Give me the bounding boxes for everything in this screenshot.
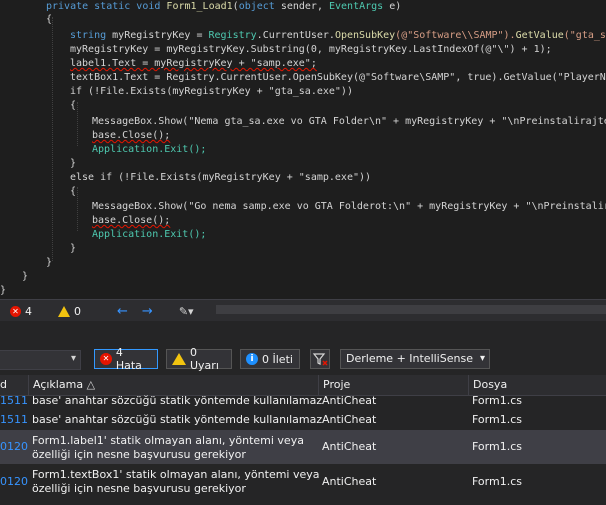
- error-file: Form1.cs: [472, 394, 522, 407]
- scope-dropdown[interactable]: ▾: [0, 350, 81, 370]
- code-line: string myRegistryKey = Registry.CurrentU…: [70, 30, 606, 41]
- brush-icon[interactable]: ✎▾: [179, 305, 194, 318]
- column-header-project[interactable]: Proje: [318, 375, 469, 395]
- navigate-forward-icon[interactable]: →: [142, 304, 153, 319]
- code-brace: }: [22, 271, 29, 282]
- code-brace: {: [70, 186, 77, 197]
- panel-gap: [0, 321, 606, 339]
- code-brace: {: [70, 100, 77, 111]
- column-header-code[interactable]: d: [0, 375, 30, 395]
- code-line: else if (!File.Exists(myRegistryKey + "s…: [70, 172, 372, 183]
- filter-icon: [312, 353, 328, 366]
- error-code-link[interactable]: 0120: [0, 475, 28, 488]
- code-editor[interactable]: private static void Form1_Load1(object s…: [0, 0, 606, 299]
- indent-guide: [77, 102, 78, 146]
- indent-guide: [52, 17, 53, 261]
- code-brace: }: [70, 158, 77, 169]
- error-file: Form1.cs: [472, 413, 522, 426]
- error-project: AntiCheat: [322, 475, 377, 488]
- navigate-back-icon[interactable]: ←: [117, 304, 128, 319]
- error-description-continued: özelliği için nesne başvurusu gerekiyor: [32, 448, 246, 461]
- column-header-description[interactable]: Açıklama △: [28, 375, 318, 395]
- error-description: Form1.label1' statik olmayan alanı, yönt…: [32, 434, 304, 447]
- error-code-link[interactable]: 1511: [0, 394, 28, 407]
- error-row[interactable]: 1511 base' anahtar sözcüğü statik yöntem…: [0, 394, 606, 408]
- indent-guide: [77, 187, 78, 231]
- error-code-link[interactable]: 1511: [0, 413, 28, 426]
- error-icon: ✕: [100, 353, 112, 365]
- error-project: AntiCheat: [322, 394, 377, 407]
- code-brace: }: [70, 243, 77, 254]
- errors-filter-button[interactable]: ✕ 4 Hata: [94, 346, 158, 372]
- error-count-indicator[interactable]: ✕ 4: [10, 305, 32, 318]
- error-code-link[interactable]: 0120: [0, 440, 28, 453]
- error-project: AntiCheat: [322, 413, 377, 426]
- code-line: label1.Text = myRegistryKey + "samp.exe"…: [70, 58, 317, 69]
- error-project: AntiCheat: [322, 440, 377, 453]
- code-line: base.Close();: [92, 130, 171, 141]
- warning-icon: [58, 305, 70, 317]
- code-brace: }: [0, 285, 7, 296]
- error-list-toolbar: [0, 339, 606, 375]
- error-icon: ✕: [10, 305, 21, 317]
- error-file: Form1.cs: [472, 475, 522, 488]
- error-description: Form1.textBox1' statik olmayan alanı, yö…: [32, 468, 320, 481]
- code-line: textBox1.Text = Registry.CurrentUser.Ope…: [70, 72, 606, 83]
- code-line: Application.Exit();: [92, 144, 207, 155]
- error-description: base' anahtar sözcüğü statik yöntemde ku…: [32, 394, 323, 407]
- sort-ascending-icon: △: [86, 378, 96, 391]
- code-brace: }: [46, 257, 53, 268]
- error-list-grid: d Açıklama △ Proje Dosya 1511 base' anah…: [0, 375, 606, 505]
- warnings-filter-button[interactable]: 0 Uyarı: [166, 346, 232, 372]
- method-signature: private static void Form1_Load1(object s…: [46, 1, 402, 12]
- info-icon: i: [246, 353, 258, 365]
- messages-filter-button[interactable]: i0 İleti: [240, 349, 300, 369]
- warning-icon: [172, 353, 186, 365]
- build-scope-dropdown[interactable]: Derleme + IntelliSense ▾: [340, 349, 490, 369]
- filter-button[interactable]: [310, 349, 330, 369]
- error-description: base' anahtar sözcüğü statik yöntemde ku…: [32, 413, 323, 426]
- warning-count-indicator[interactable]: 0: [58, 305, 81, 318]
- error-row[interactable]: 0120 Form1.label1' statik olmayan alanı,…: [0, 430, 606, 464]
- error-row[interactable]: 1511 base' anahtar sözcüğü statik yöntem…: [0, 413, 606, 427]
- code-line: Application.Exit();: [92, 229, 207, 240]
- code-line: myRegistryKey = myRegistryKey.Substring(…: [70, 44, 552, 55]
- code-line: MessageBox.Show("Nema gta_sa.exe vo GTA …: [92, 116, 606, 127]
- error-description-continued: özelliği için nesne başvurusu gerekiyor: [32, 482, 246, 495]
- chevron-down-icon: ▾: [479, 353, 485, 364]
- code-line: base.Close();: [92, 215, 171, 226]
- code-line: if (!File.Exists(myRegistryKey + "gta_sa…: [70, 86, 353, 97]
- code-line: MessageBox.Show("Go nema samp.exe vo GTA…: [92, 201, 606, 212]
- chevron-down-icon: ▾: [70, 353, 76, 364]
- error-row[interactable]: 0120 Form1.textBox1' statik olmayan alan…: [0, 465, 606, 499]
- column-header-file[interactable]: Dosya: [468, 375, 606, 395]
- code-brace: {: [46, 14, 53, 25]
- horizontal-scrollbar[interactable]: [216, 305, 606, 314]
- grid-header: d Açıklama △ Proje Dosya: [0, 375, 606, 396]
- error-file: Form1.cs: [472, 440, 522, 453]
